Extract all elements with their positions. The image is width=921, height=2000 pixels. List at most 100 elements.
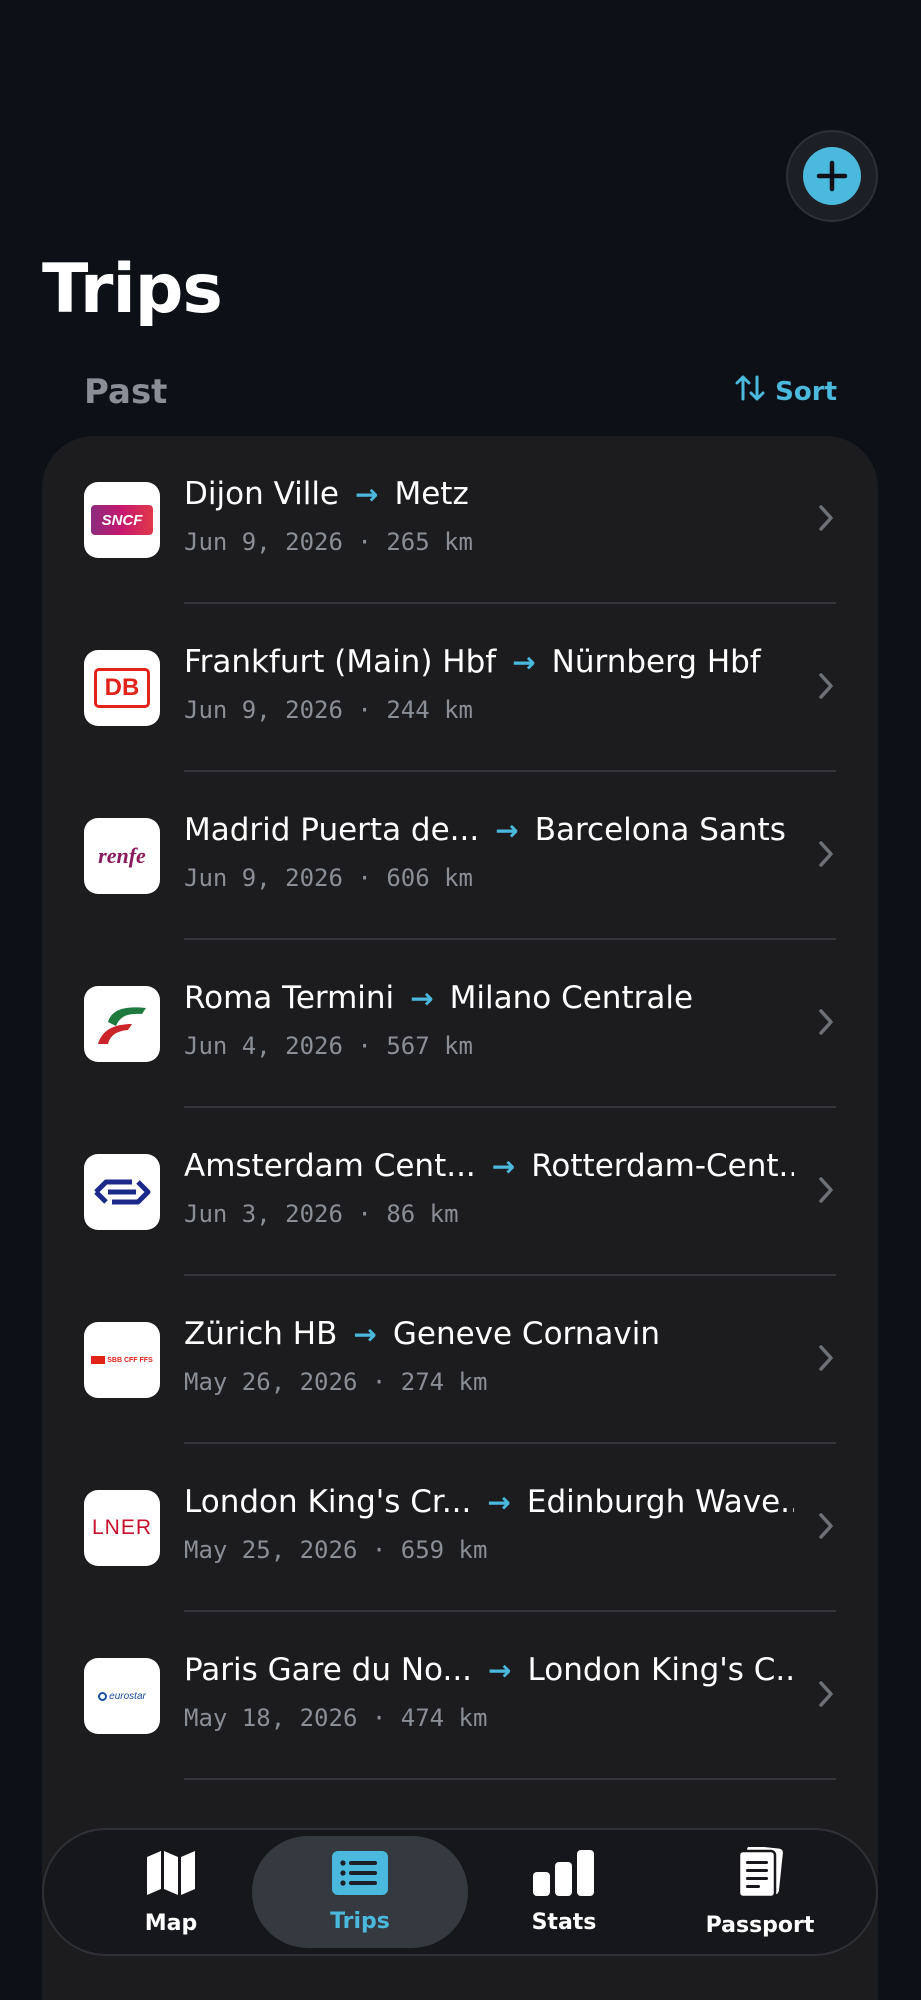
trip-destination: London King's C...: [527, 1652, 795, 1688]
trip-date: Jun 9, 2026: [184, 864, 343, 892]
chevron-right-icon: [818, 1176, 834, 1208]
trip-origin: Roma Termini: [184, 980, 395, 1016]
trip-route: Zürich HB → Geneve Cornavin: [184, 1316, 794, 1352]
trip-destination: Rotterdam-Cent...: [531, 1148, 794, 1184]
trip-destination: Geneve Cornavin: [392, 1316, 660, 1352]
trip-meta: Jun 9, 2026 · 606 km: [184, 864, 474, 892]
row-divider: [184, 1778, 836, 1780]
trip-distance: 86 km: [386, 1200, 459, 1228]
ns-logo: [84, 1154, 160, 1230]
trip-distance: 567 km: [386, 1032, 474, 1060]
trip-meta: Jun 4, 2026 · 567 km: [184, 1032, 474, 1060]
trip-origin: Frankfurt (Main) Hbf: [184, 644, 497, 680]
trip-distance: 244 km: [386, 696, 474, 724]
trip-origin: London King's Cr...: [184, 1484, 472, 1520]
passport-icon: [737, 1845, 783, 1903]
add-trip-button[interactable]: [786, 130, 878, 222]
trip-date: May 18, 2026: [184, 1704, 358, 1732]
trip-row[interactable]: LNER London King's Cr... → Edinburgh Wave.…: [42, 1444, 878, 1612]
trip-origin: Paris Gare du No...: [184, 1652, 473, 1688]
trip-route: Frankfurt (Main) Hbf → Nürnberg Hbf: [184, 644, 794, 680]
plus-icon: [803, 147, 861, 205]
map-icon: [145, 1849, 197, 1901]
arrow-right-icon: →: [495, 813, 519, 847]
trip-destination: Milano Centrale: [449, 980, 694, 1016]
arrow-right-icon: →: [491, 1149, 516, 1183]
section-label-past: Past: [84, 372, 168, 412]
trip-row[interactable]: SBB CFF FFS Zürich HB → Geneve Cornavin Ma…: [42, 1276, 878, 1444]
sncf-logo-text: SNCF: [101, 511, 143, 529]
trip-row[interactable]: renfe Madrid Puerta de... → Barcelona Sant…: [42, 772, 878, 940]
trip-destination: Nürnberg Hbf: [551, 644, 761, 680]
trip-route: Roma Termini → Milano Centrale: [184, 980, 794, 1016]
page-title: Trips: [42, 250, 223, 329]
chevron-right-icon: [818, 1512, 834, 1544]
chevron-right-icon: [818, 504, 834, 536]
trip-row[interactable]: Roma Termini → Milano Centrale Jun 4, 2026…: [42, 940, 878, 1108]
trip-meta: Jun 9, 2026 · 244 km: [184, 696, 474, 724]
arrow-right-icon: →: [410, 981, 434, 1015]
trip-distance: 606 km: [386, 864, 474, 892]
list-icon: [332, 1850, 388, 1899]
trip-route: Paris Gare du No... → London King's C...: [184, 1652, 794, 1688]
trip-meta: Jun 3, 2026 · 86 km: [184, 1200, 459, 1228]
trip-origin: Dijon Ville: [184, 476, 339, 512]
trip-date: Jun 3, 2026: [184, 1200, 343, 1228]
eurostar-logo-text: eurostar: [109, 1690, 146, 1702]
trip-row[interactable]: DB Frankfurt (Main) Hbf → Nürnberg Hbf Jun…: [42, 604, 878, 772]
sort-button[interactable]: Sort: [735, 374, 837, 409]
trip-route: Dijon Ville → Metz: [184, 476, 794, 512]
trip-meta: May 18, 2026 · 474 km: [184, 1704, 488, 1732]
bar-chart-icon: [533, 1849, 595, 1900]
trip-date: Jun 4, 2026: [184, 1032, 343, 1060]
renfe-logo: renfe: [84, 818, 160, 894]
trip-meta: Jun 9, 2026 · 265 km: [184, 528, 474, 556]
tab-trips[interactable]: Trips: [252, 1836, 468, 1948]
trip-date: Jun 9, 2026: [184, 696, 343, 724]
trenitalia-logo: [84, 986, 160, 1062]
trip-meta: May 26, 2026 · 274 km: [184, 1368, 488, 1396]
trips-list: SNCF Dijon Ville → Metz Jun 9, 2026 · 265 …: [42, 436, 878, 2000]
trip-origin: Amsterdam Cent...: [184, 1148, 476, 1184]
sort-label: Sort: [775, 376, 837, 407]
arrow-right-icon: →: [353, 1317, 377, 1351]
trip-distance: 274 km: [400, 1368, 488, 1396]
tab-label: Trips: [330, 1908, 390, 1934]
trip-distance: 265 km: [386, 528, 474, 556]
trip-route: Amsterdam Cent... → Rotterdam-Cent...: [184, 1148, 794, 1184]
lner-logo: LNER: [84, 1490, 160, 1566]
db-logo: DB: [84, 650, 160, 726]
trip-row[interactable]: SNCF Dijon Ville → Metz Jun 9, 2026 · 265 …: [42, 436, 878, 604]
tab-label: Map: [144, 1910, 198, 1936]
lner-logo-text: LNER: [91, 1516, 153, 1539]
chevron-right-icon: [818, 1680, 834, 1712]
trip-row[interactable]: Amsterdam Cent... → Rotterdam-Cent... Jun …: [42, 1108, 878, 1276]
arrow-right-icon: →: [512, 645, 536, 679]
tab-label: Passport: [705, 1912, 815, 1938]
sncf-logo: SNCF: [84, 482, 160, 558]
trip-route: London King's Cr... → Edinburgh Wave...: [184, 1484, 794, 1520]
tab-passport[interactable]: Passport: [660, 1830, 860, 1954]
tab-stats[interactable]: Stats: [464, 1830, 664, 1954]
trip-distance: 659 km: [400, 1536, 488, 1564]
chevron-right-icon: [818, 672, 834, 704]
trip-route: Madrid Puerta de... → Barcelona Sants: [184, 812, 794, 848]
trip-origin: Zürich HB: [184, 1316, 338, 1352]
sbb-logo-text: SBB CFF FFS: [107, 1356, 153, 1364]
renfe-logo-text: renfe: [98, 843, 146, 868]
trip-distance: 474 km: [400, 1704, 488, 1732]
tab-map[interactable]: Map: [76, 1830, 266, 1954]
trip-date: Jun 9, 2026: [184, 528, 343, 556]
arrow-right-icon: →: [355, 477, 379, 511]
sbb-logo: SBB CFF FFS: [84, 1322, 160, 1398]
arrow-right-icon: →: [487, 1485, 511, 1519]
trip-meta: May 25, 2026 · 659 km: [184, 1536, 488, 1564]
trip-destination: Edinburgh Wave...: [526, 1484, 794, 1520]
trip-origin: Madrid Puerta de...: [184, 812, 480, 848]
trip-date: May 26, 2026: [184, 1368, 358, 1396]
trip-row[interactable]: eurostar Paris Gare du No... → London King…: [42, 1612, 878, 1780]
arrow-right-icon: →: [488, 1653, 512, 1687]
sort-arrows-icon: [735, 374, 765, 409]
chevron-right-icon: [818, 1344, 834, 1376]
eurostar-logo: eurostar: [84, 1658, 160, 1734]
